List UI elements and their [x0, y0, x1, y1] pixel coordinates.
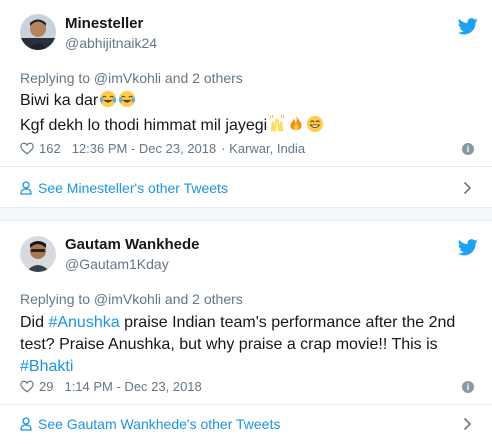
joy-emoji	[100, 90, 117, 108]
joy-emoji	[119, 90, 136, 108]
tweet-card-1: Minesteller @abhijitnaik24 Replying to @…	[0, 0, 492, 208]
person-icon	[20, 181, 32, 195]
heart-icon[interactable]	[20, 380, 34, 393]
tweet-timestamp[interactable]: 1:14 PM - Dec 23, 2018	[64, 379, 201, 394]
chevron-right-icon	[463, 417, 472, 431]
tweet-text: Biwi ka dar Kgf dekh lo thodi himmat mil…	[20, 90, 472, 136]
replying-to[interactable]: Replying to @imVkohli and 2 others	[20, 70, 243, 86]
tweet-location[interactable]: · Karwar, India	[221, 141, 305, 156]
heart-icon[interactable]	[20, 142, 34, 155]
tweet-meta: 162 12:36 PM - Dec 23, 2018 · Karwar, In…	[20, 141, 316, 156]
avatar[interactable]	[20, 14, 56, 50]
fire-emoji	[290, 115, 302, 131]
divider	[0, 404, 492, 405]
like-count[interactable]: 162	[39, 141, 61, 156]
user-handle[interactable]: @abhijitnaik24	[65, 35, 157, 51]
info-icon[interactable]: i	[462, 381, 474, 393]
other-tweets-link[interactable]: See Minesteller's other Tweets	[20, 178, 474, 198]
raised-hands-emoji	[269, 115, 285, 132]
hashtag-bhakti[interactable]: #Bhakti	[20, 358, 73, 375]
display-name[interactable]: Minesteller	[65, 15, 143, 32]
tweet-meta: 29 1:14 PM - Dec 23, 2018	[20, 379, 213, 394]
other-tweets-link[interactable]: See Gautam Wankhede's other Tweets	[20, 414, 474, 434]
tweet-card-2: Gautam Wankhede @Gautam1Kday Replying to…	[0, 221, 492, 444]
divider	[0, 166, 492, 167]
other-tweets-label: See Gautam Wankhede's other Tweets	[38, 416, 281, 432]
avatar[interactable]	[20, 236, 56, 272]
tweet-line-1: Biwi ka dar	[20, 92, 99, 109]
display-name[interactable]: Gautam Wankhede	[65, 236, 199, 253]
twitter-bird-icon[interactable]	[458, 239, 478, 256]
person-icon	[20, 417, 32, 431]
chevron-right-icon	[463, 181, 472, 195]
user-handle[interactable]: @Gautam1Kday	[65, 256, 169, 272]
tweet-line-2: Kgf dekh lo thodi himmat mil jayegi	[20, 117, 268, 134]
other-tweets-label: See Minesteller's other Tweets	[38, 180, 228, 196]
tweet-text-part: Did	[20, 314, 49, 331]
like-count[interactable]: 29	[39, 379, 53, 394]
tweet-separator	[0, 208, 492, 221]
tweet-timestamp[interactable]: 12:36 PM - Dec 23, 2018	[72, 141, 217, 156]
tweet-text: Did #Anushka praise Indian team's perfor…	[20, 312, 472, 378]
replying-to[interactable]: Replying to @imVkohli and 2 others	[20, 291, 243, 307]
hashtag-anushka[interactable]: #Anushka	[48, 314, 119, 331]
info-icon[interactable]: i	[462, 143, 474, 155]
twitter-bird-icon[interactable]	[458, 18, 478, 35]
grin-emoji	[307, 115, 324, 133]
